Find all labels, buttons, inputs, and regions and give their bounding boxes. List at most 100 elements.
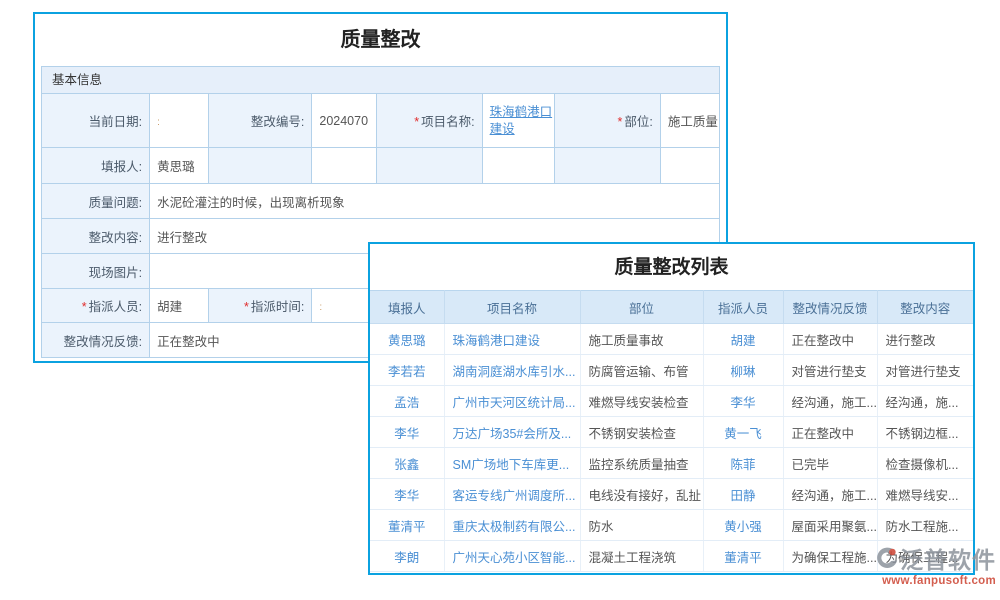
cell-content: 对管进行垫支 <box>877 355 973 386</box>
table-header-row: 填报人 项目名称 部位 指派人员 整改情况反馈 整改内容 <box>370 291 973 324</box>
field-label-site-photo: 现场图片: <box>42 254 150 289</box>
label-text: 整改编号: <box>251 115 304 129</box>
field-value-part[interactable]: 施工质量 <box>660 94 719 148</box>
cell-feedback: 经沟通，施工... <box>783 479 877 510</box>
cell-feedback: 对管进行垫支 <box>783 355 877 386</box>
field-value-quality-issue[interactable]: 水泥砼灌注的时候，出现离析现象 <box>150 184 720 219</box>
cell-content: 检查摄像机... <box>877 448 973 479</box>
empty-value-cell <box>482 148 554 184</box>
cell-project-name[interactable]: 珠海鹤港口建设 <box>444 324 580 355</box>
column-header-assignee: 指派人员 <box>703 291 783 324</box>
watermark: 泛普软件 www.fanpusoft.com <box>856 541 996 587</box>
cell-content: 进行整改 <box>877 324 973 355</box>
cell-filler[interactable]: 李华 <box>370 417 444 448</box>
cell-content: 经沟通，施... <box>877 386 973 417</box>
required-asterisk: * <box>618 115 623 129</box>
field-label-current-date: 当前日期: <box>42 94 150 148</box>
empty-label-cell <box>554 148 660 184</box>
table-row[interactable]: 黄思璐珠海鹤港口建设施工质量事故胡建正在整改中进行整改 <box>370 324 973 355</box>
table-row[interactable]: 张鑫SM广场地下车库更...监控系统质量抽查陈菲已完毕检查摄像机... <box>370 448 973 479</box>
label-text: 当前日期: <box>89 115 142 129</box>
cell-project-name[interactable]: SM广场地下车库更... <box>444 448 580 479</box>
cell-assignee[interactable]: 董清平 <box>703 541 783 572</box>
form-title: 质量整改 <box>35 14 726 66</box>
field-label-assignee: *指派人员: <box>42 289 150 323</box>
cell-feedback: 正在整改中 <box>783 324 877 355</box>
column-header-part: 部位 <box>580 291 703 324</box>
cell-part: 不锈钢安装检查 <box>580 417 703 448</box>
fanpu-logo-icon <box>875 546 899 570</box>
cell-part: 防水 <box>580 510 703 541</box>
cell-filler[interactable]: 李华 <box>370 479 444 510</box>
cell-part: 电线没有接好，乱扯 <box>580 479 703 510</box>
column-header-project-name: 项目名称 <box>444 291 580 324</box>
cell-part: 监控系统质量抽查 <box>580 448 703 479</box>
cell-assignee[interactable]: 李华 <box>703 386 783 417</box>
cell-project-name[interactable]: 湖南洞庭湖水库引水... <box>444 355 580 386</box>
field-value-project: 珠海鹤港口建设 <box>482 94 554 148</box>
column-header-feedback: 整改情况反馈 <box>783 291 877 324</box>
project-name-link[interactable]: 珠海鹤港口建设 <box>490 105 553 136</box>
field-label-quality-issue: 质量问题: <box>42 184 150 219</box>
cell-filler[interactable]: 孟浩 <box>370 386 444 417</box>
cell-filler[interactable]: 李若若 <box>370 355 444 386</box>
current-date-value: : <box>157 117 160 128</box>
cell-assignee[interactable]: 柳琳 <box>703 355 783 386</box>
table-row[interactable]: 董清平重庆太极制药有限公...防水黄小强屋面采用聚氨...防水工程施... <box>370 510 973 541</box>
table-row[interactable]: 李华万达广场35#会所及...不锈钢安装检查黄一飞正在整改中不锈钢边框... <box>370 417 973 448</box>
empty-value-cell <box>312 148 377 184</box>
empty-label-cell <box>377 148 482 184</box>
label-text: 指派时间: <box>251 300 304 314</box>
field-label-rectify-no: 整改编号: <box>209 94 312 148</box>
required-asterisk: * <box>82 300 87 314</box>
form-row-2: 填报人: 黄思璐 <box>42 148 720 184</box>
field-value-current-date[interactable]: : <box>150 94 209 148</box>
form-row-1: 当前日期: : 整改编号: 2024070 *项目名称: 珠海鹤港口建设 *部位… <box>42 94 720 148</box>
page: 质量整改 基本信息 当前日期: : 整改编号: 2024070 *项目名称: 珠… <box>0 0 1000 600</box>
cell-feedback: 屋面采用聚氨... <box>783 510 877 541</box>
field-value-rectify-no[interactable]: 2024070 <box>312 94 377 148</box>
label-text: 项目名称: <box>421 115 474 129</box>
cell-part: 防腐管运输、布管 <box>580 355 703 386</box>
label-text: 填报人: <box>101 160 142 174</box>
watermark-brand-row: 泛普软件 <box>856 541 996 575</box>
table-row[interactable]: 李若若湖南洞庭湖水库引水...防腐管运输、布管柳琳对管进行垫支对管进行垫支 <box>370 355 973 386</box>
cell-filler[interactable]: 张鑫 <box>370 448 444 479</box>
cell-filler[interactable]: 黄思璐 <box>370 324 444 355</box>
cell-assignee[interactable]: 陈菲 <box>703 448 783 479</box>
form-row-quality-issue: 质量问题: 水泥砼灌注的时候，出现离析现象 <box>42 184 720 219</box>
cell-assignee[interactable]: 田静 <box>703 479 783 510</box>
cell-assignee[interactable]: 胡建 <box>703 324 783 355</box>
cell-project-name[interactable]: 万达广场35#会所及... <box>444 417 580 448</box>
watermark-url: www.fanpusoft.com <box>856 575 996 587</box>
cell-content: 不锈钢边框... <box>877 417 973 448</box>
field-label-feedback: 整改情况反馈: <box>42 323 150 358</box>
cell-assignee[interactable]: 黄小强 <box>703 510 783 541</box>
cell-project-name[interactable]: 广州天心苑小区智能... <box>444 541 580 572</box>
label-text: 部位: <box>624 115 652 129</box>
cell-project-name[interactable]: 重庆太极制药有限公... <box>444 510 580 541</box>
table-row[interactable]: 李华客运专线广州调度所...电线没有接好，乱扯田静经沟通，施工...难燃导线安.… <box>370 479 973 510</box>
field-label-filler: 填报人: <box>42 148 150 184</box>
assign-time-value: : <box>319 302 322 313</box>
field-label-part: *部位: <box>554 94 660 148</box>
empty-value-cell <box>660 148 719 184</box>
column-header-content: 整改内容 <box>877 291 973 324</box>
list-title: 质量整改列表 <box>370 244 973 290</box>
section-header-basic-info: 基本信息 <box>41 66 720 94</box>
cell-feedback: 经沟通，施工... <box>783 386 877 417</box>
field-label-project: *项目名称: <box>377 94 482 148</box>
watermark-brand-text: 泛普软件 <box>900 541 996 575</box>
label-text: 质量问题: <box>89 196 142 210</box>
cell-part: 施工质量事故 <box>580 324 703 355</box>
table-row[interactable]: 孟浩广州市天河区统计局...难燃导线安装检查李华经沟通，施工...经沟通，施..… <box>370 386 973 417</box>
field-value-assignee[interactable]: 胡建 <box>150 289 209 323</box>
cell-filler[interactable]: 李朗 <box>370 541 444 572</box>
cell-filler[interactable]: 董清平 <box>370 510 444 541</box>
cell-project-name[interactable]: 客运专线广州调度所... <box>444 479 580 510</box>
cell-part: 混凝土工程浇筑 <box>580 541 703 572</box>
cell-part: 难燃导线安装检查 <box>580 386 703 417</box>
cell-project-name[interactable]: 广州市天河区统计局... <box>444 386 580 417</box>
cell-assignee[interactable]: 黄一飞 <box>703 417 783 448</box>
field-value-filler[interactable]: 黄思璐 <box>150 148 209 184</box>
